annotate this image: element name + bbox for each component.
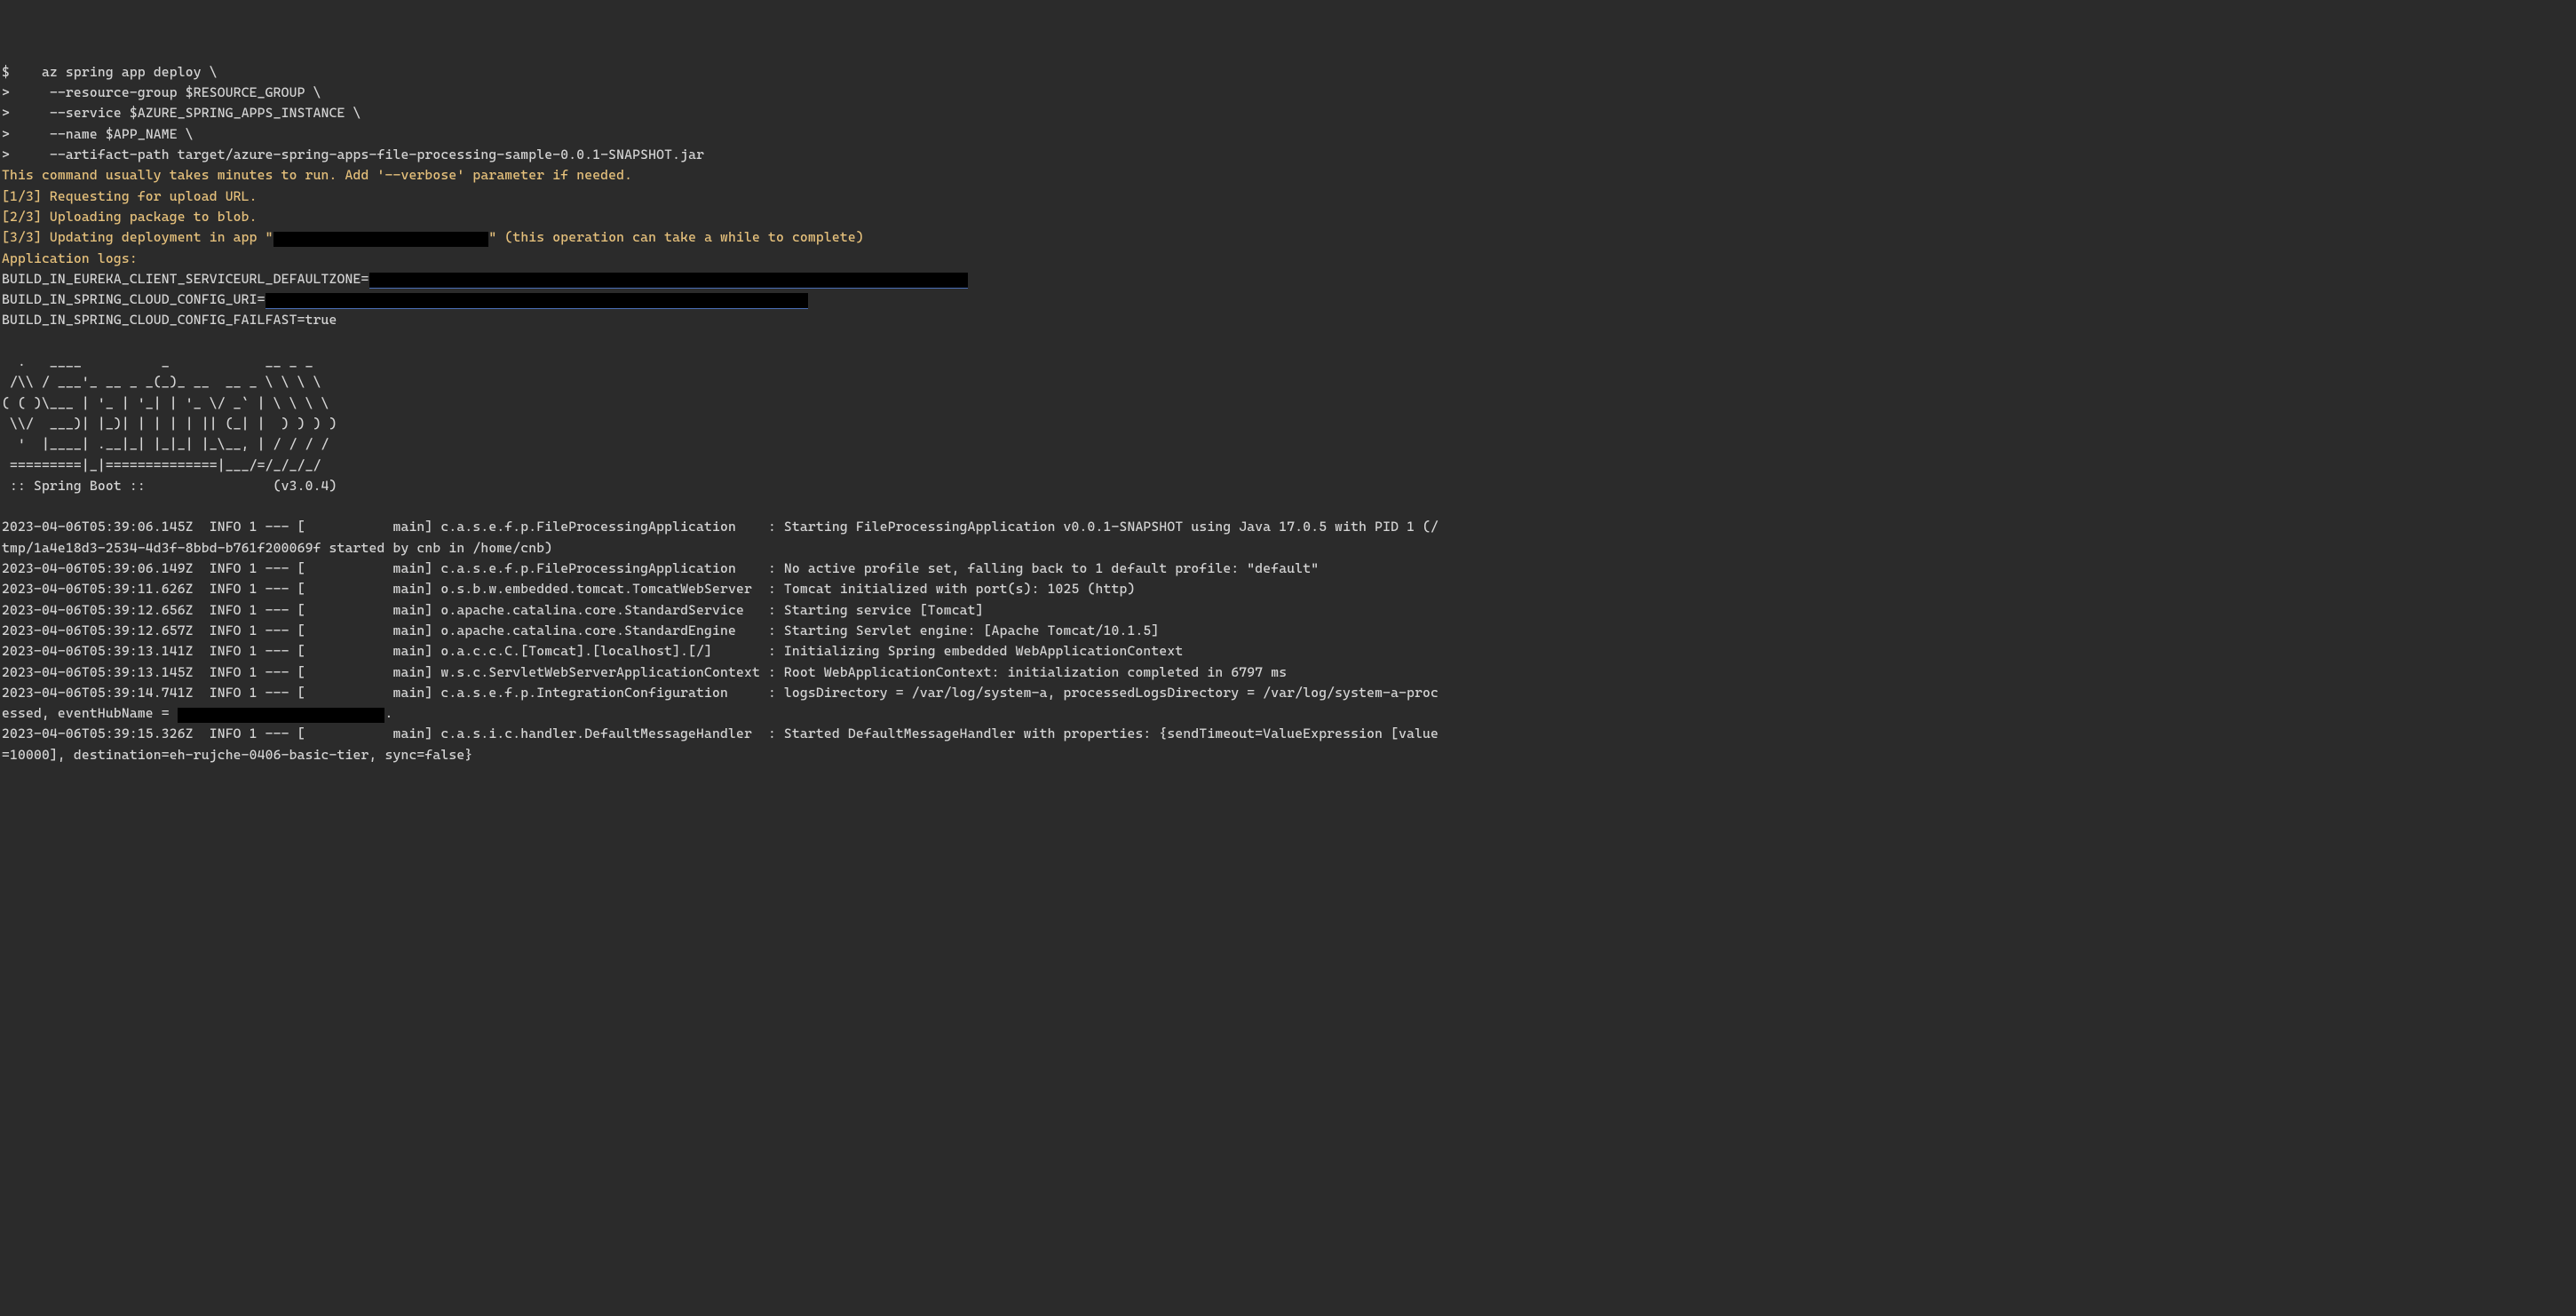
shell-cont: > --resource-group $RESOURCE_GROUP \ bbox=[2, 84, 321, 100]
log-line: tmp/1a4e18d3-2534-4d3f-8bbd-b761f200069f… bbox=[2, 540, 552, 556]
log-line: =10000], destination=eh-rujche-0406-basi… bbox=[2, 747, 472, 763]
log-line: 2023-04-06T05:39:06.145Z INFO 1 --- [ ma… bbox=[2, 519, 1439, 535]
progress-step: [2/3] Uploading package to blob. bbox=[2, 209, 258, 225]
progress-step: [3/3] Updating deployment in app "xxxxxx… bbox=[2, 229, 864, 245]
env-line: BUILD_IN_SPRING_CLOUD_CONFIG_URI=xxxxxxx… bbox=[2, 291, 808, 307]
env-line: BUILD_IN_EUREKA_CLIENT_SERVICEURL_DEFAUL… bbox=[2, 271, 968, 287]
redacted-eureka: xxxxxxxxxxxxxxxxxxxxxxxxxxxxxxxxxxxxxxxx… bbox=[369, 273, 968, 289]
banner-line: =========|_|==============|___/=/_/_/_/ bbox=[2, 457, 321, 473]
banner-line: \\/ ___)| |_)| | | | | || (_| | ) ) ) ) bbox=[2, 416, 337, 432]
shell-cont: > --artifact-path target/azure-spring-ap… bbox=[2, 147, 704, 163]
blank-line bbox=[2, 333, 10, 349]
progress-step: [1/3] Requesting for upload URL. bbox=[2, 188, 258, 204]
banner-line: /\\ / ___'_ __ _ _(_)_ __ __ _ \ \ \ \ bbox=[2, 374, 321, 390]
app-logs-header: Application logs: bbox=[2, 250, 138, 266]
shell-cont: > --service $AZURE_SPRING_APPS_INSTANCE … bbox=[2, 105, 361, 121]
log-line: 2023-04-06T05:39:13.141Z INFO 1 --- [ ma… bbox=[2, 643, 1183, 659]
banner-line: ( ( )\___ | '_ | '_| | '_ \/ _` | \ \ \ … bbox=[2, 395, 329, 411]
log-line: 2023-04-06T05:39:15.326Z INFO 1 --- [ ma… bbox=[2, 725, 1439, 741]
log-line: 2023-04-06T05:39:11.626Z INFO 1 --- [ ma… bbox=[2, 581, 1135, 597]
banner-line: . ____ _ __ _ _ bbox=[2, 353, 313, 369]
log-line: 2023-04-06T05:39:14.741Z INFO 1 --- [ ma… bbox=[2, 685, 1439, 721]
env-line: BUILD_IN_SPRING_CLOUD_CONFIG_FAILFAST=tr… bbox=[2, 312, 337, 328]
warning-line: This command usually takes minutes to ru… bbox=[2, 167, 632, 183]
redacted-app-name: xxxxxxxxxxxxxxxxxxxxxxxxxxx bbox=[273, 232, 489, 247]
log-line: 2023-04-06T05:39:12.657Z INFO 1 --- [ ma… bbox=[2, 622, 1159, 638]
redacted-config: xxxxxxxxxxxxxxxxxxxxxxxxxxxxxxxxxxxxxxxx… bbox=[266, 293, 808, 309]
banner-line: ' |____| .__|_| |_|_| |_\__, | / / / / bbox=[2, 436, 329, 452]
shell-prompt: $ az spring app deploy \ bbox=[2, 64, 218, 80]
blank-line bbox=[2, 498, 10, 514]
redacted-eventhub: xxxxxxxxxxxxxxxxxxxxxxxxxx bbox=[178, 708, 385, 723]
banner-line: :: Spring Boot :: (v3.0.4) bbox=[2, 478, 337, 494]
terminal-output: $ az spring app deploy \ > --resource-gr… bbox=[0, 42, 2576, 765]
log-line: 2023-04-06T05:39:12.656Z INFO 1 --- [ ma… bbox=[2, 602, 984, 618]
shell-cont: > --name $APP_NAME \ bbox=[2, 126, 194, 142]
log-line: 2023-04-06T05:39:13.145Z INFO 1 --- [ ma… bbox=[2, 664, 1287, 680]
log-line: 2023-04-06T05:39:06.149Z INFO 1 --- [ ma… bbox=[2, 560, 1319, 576]
